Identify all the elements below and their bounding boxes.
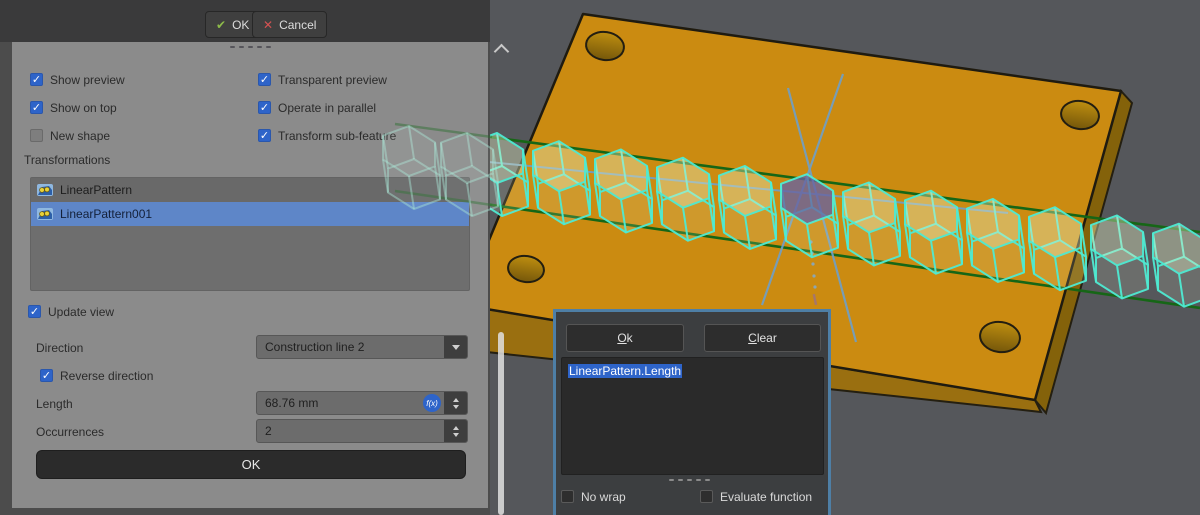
cancel-button-label: Cancel [279, 18, 316, 32]
checkmark-icon: ✓ [259, 74, 270, 86]
show-preview-checkbox[interactable]: ✓ [30, 73, 43, 86]
list-item-linearpattern001[interactable]: LinearPattern001 [31, 202, 469, 226]
scrollbar-handle[interactable] [498, 332, 504, 515]
no-wrap-checkbox[interactable] [561, 490, 574, 503]
new-shape-label: New shape [50, 129, 110, 143]
task-panel-header: ✔ OK ✕ Cancel [0, 0, 490, 42]
expression-clear-button[interactable]: Clear [704, 324, 821, 352]
cancel-button[interactable]: ✕ Cancel [252, 11, 327, 38]
transparent-preview-checkbox[interactable]: ✓ [258, 73, 271, 86]
transparent-preview-label: Transparent preview [278, 73, 387, 87]
length-label: Length [36, 397, 73, 411]
spinner-up-icon[interactable] [453, 426, 459, 430]
direction-label: Direction [36, 341, 83, 355]
checkmark-icon: ✓ [31, 102, 42, 114]
evaluate-function-checkbox[interactable] [700, 490, 713, 503]
panel-ok-label: OK [242, 457, 261, 472]
cancel-x-icon: ✕ [263, 19, 273, 31]
transformations-list[interactable]: LinearPattern LinearPattern001 [30, 177, 470, 291]
panel-drag-handle[interactable] [230, 46, 271, 48]
update-view-checkbox[interactable]: ✓ [28, 305, 41, 318]
reverse-direction-checkbox[interactable]: ✓ [40, 369, 53, 382]
occurrences-field[interactable]: 2 [256, 419, 468, 443]
update-view-label: Update view [48, 305, 114, 319]
ok-check-icon: ✔ [216, 19, 226, 31]
reverse-direction-label: Reverse direction [60, 369, 153, 383]
operate-in-parallel-label: Operate in parallel [278, 101, 376, 115]
occurrences-spinner[interactable] [444, 420, 467, 442]
transform-sub-feature-label: Transform sub-feature [278, 129, 396, 143]
transformations-label: Transformations [24, 153, 110, 167]
checkmark-icon: ✓ [41, 370, 52, 382]
transformed-feature-panel: ✓ Show preview ✓ Show on top New shape ✓… [12, 42, 488, 508]
length-value: 68.76 mm [257, 396, 423, 410]
list-item-label: LinearPattern001 [60, 207, 152, 221]
linear-pattern-icon [37, 206, 53, 222]
direction-combobox[interactable]: Construction line 2 [256, 335, 468, 359]
expression-clear-label: Clear [748, 331, 777, 345]
show-preview-label: Show preview [50, 73, 125, 87]
expression-editor-dialog: Ok Clear LinearPattern.Length No wrap Ev… [553, 309, 831, 515]
list-item-label: LinearPattern [60, 183, 132, 197]
length-spinner[interactable] [444, 392, 467, 414]
spinner-down-icon[interactable] [453, 433, 459, 437]
checkmark-icon: ✓ [31, 74, 42, 86]
occurrences-label: Occurrences [36, 425, 104, 439]
checkmark-icon: ✓ [259, 102, 270, 114]
panel-ok-button[interactable]: OK [36, 450, 466, 479]
ok-button-label: OK [232, 18, 249, 32]
expression-input[interactable]: LinearPattern.Length [561, 357, 824, 475]
no-wrap-label: No wrap [581, 490, 626, 504]
new-shape-checkbox[interactable] [30, 129, 43, 142]
freecad-window: ✔ OK ✕ Cancel ✓ Show preview ✓ Show on t… [0, 0, 1200, 515]
show-on-top-checkbox[interactable]: ✓ [30, 101, 43, 114]
occurrences-value: 2 [257, 424, 444, 438]
linear-pattern-icon [37, 182, 53, 198]
operate-in-parallel-checkbox[interactable]: ✓ [258, 101, 271, 114]
checkmark-icon: ✓ [259, 130, 270, 142]
expression-fx-icon[interactable]: f(x) [423, 394, 441, 412]
spinner-up-icon[interactable] [453, 398, 459, 402]
checkmark-icon: ✓ [29, 306, 40, 318]
spinner-down-icon[interactable] [453, 405, 459, 409]
dialog-drag-handle[interactable] [669, 479, 710, 481]
show-on-top-label: Show on top [50, 101, 117, 115]
chevron-down-icon[interactable] [444, 336, 467, 358]
expression-ok-button[interactable]: Ok [566, 324, 684, 352]
expression-ok-label: Ok [617, 331, 632, 345]
direction-value: Construction line 2 [257, 340, 444, 354]
transform-sub-feature-checkbox[interactable]: ✓ [258, 129, 271, 142]
list-item-linearpattern[interactable]: LinearPattern [31, 178, 469, 202]
length-field[interactable]: 68.76 mm f(x) [256, 391, 468, 415]
evaluate-function-label: Evaluate function [720, 490, 812, 504]
expression-selected-text: LinearPattern.Length [568, 364, 682, 378]
